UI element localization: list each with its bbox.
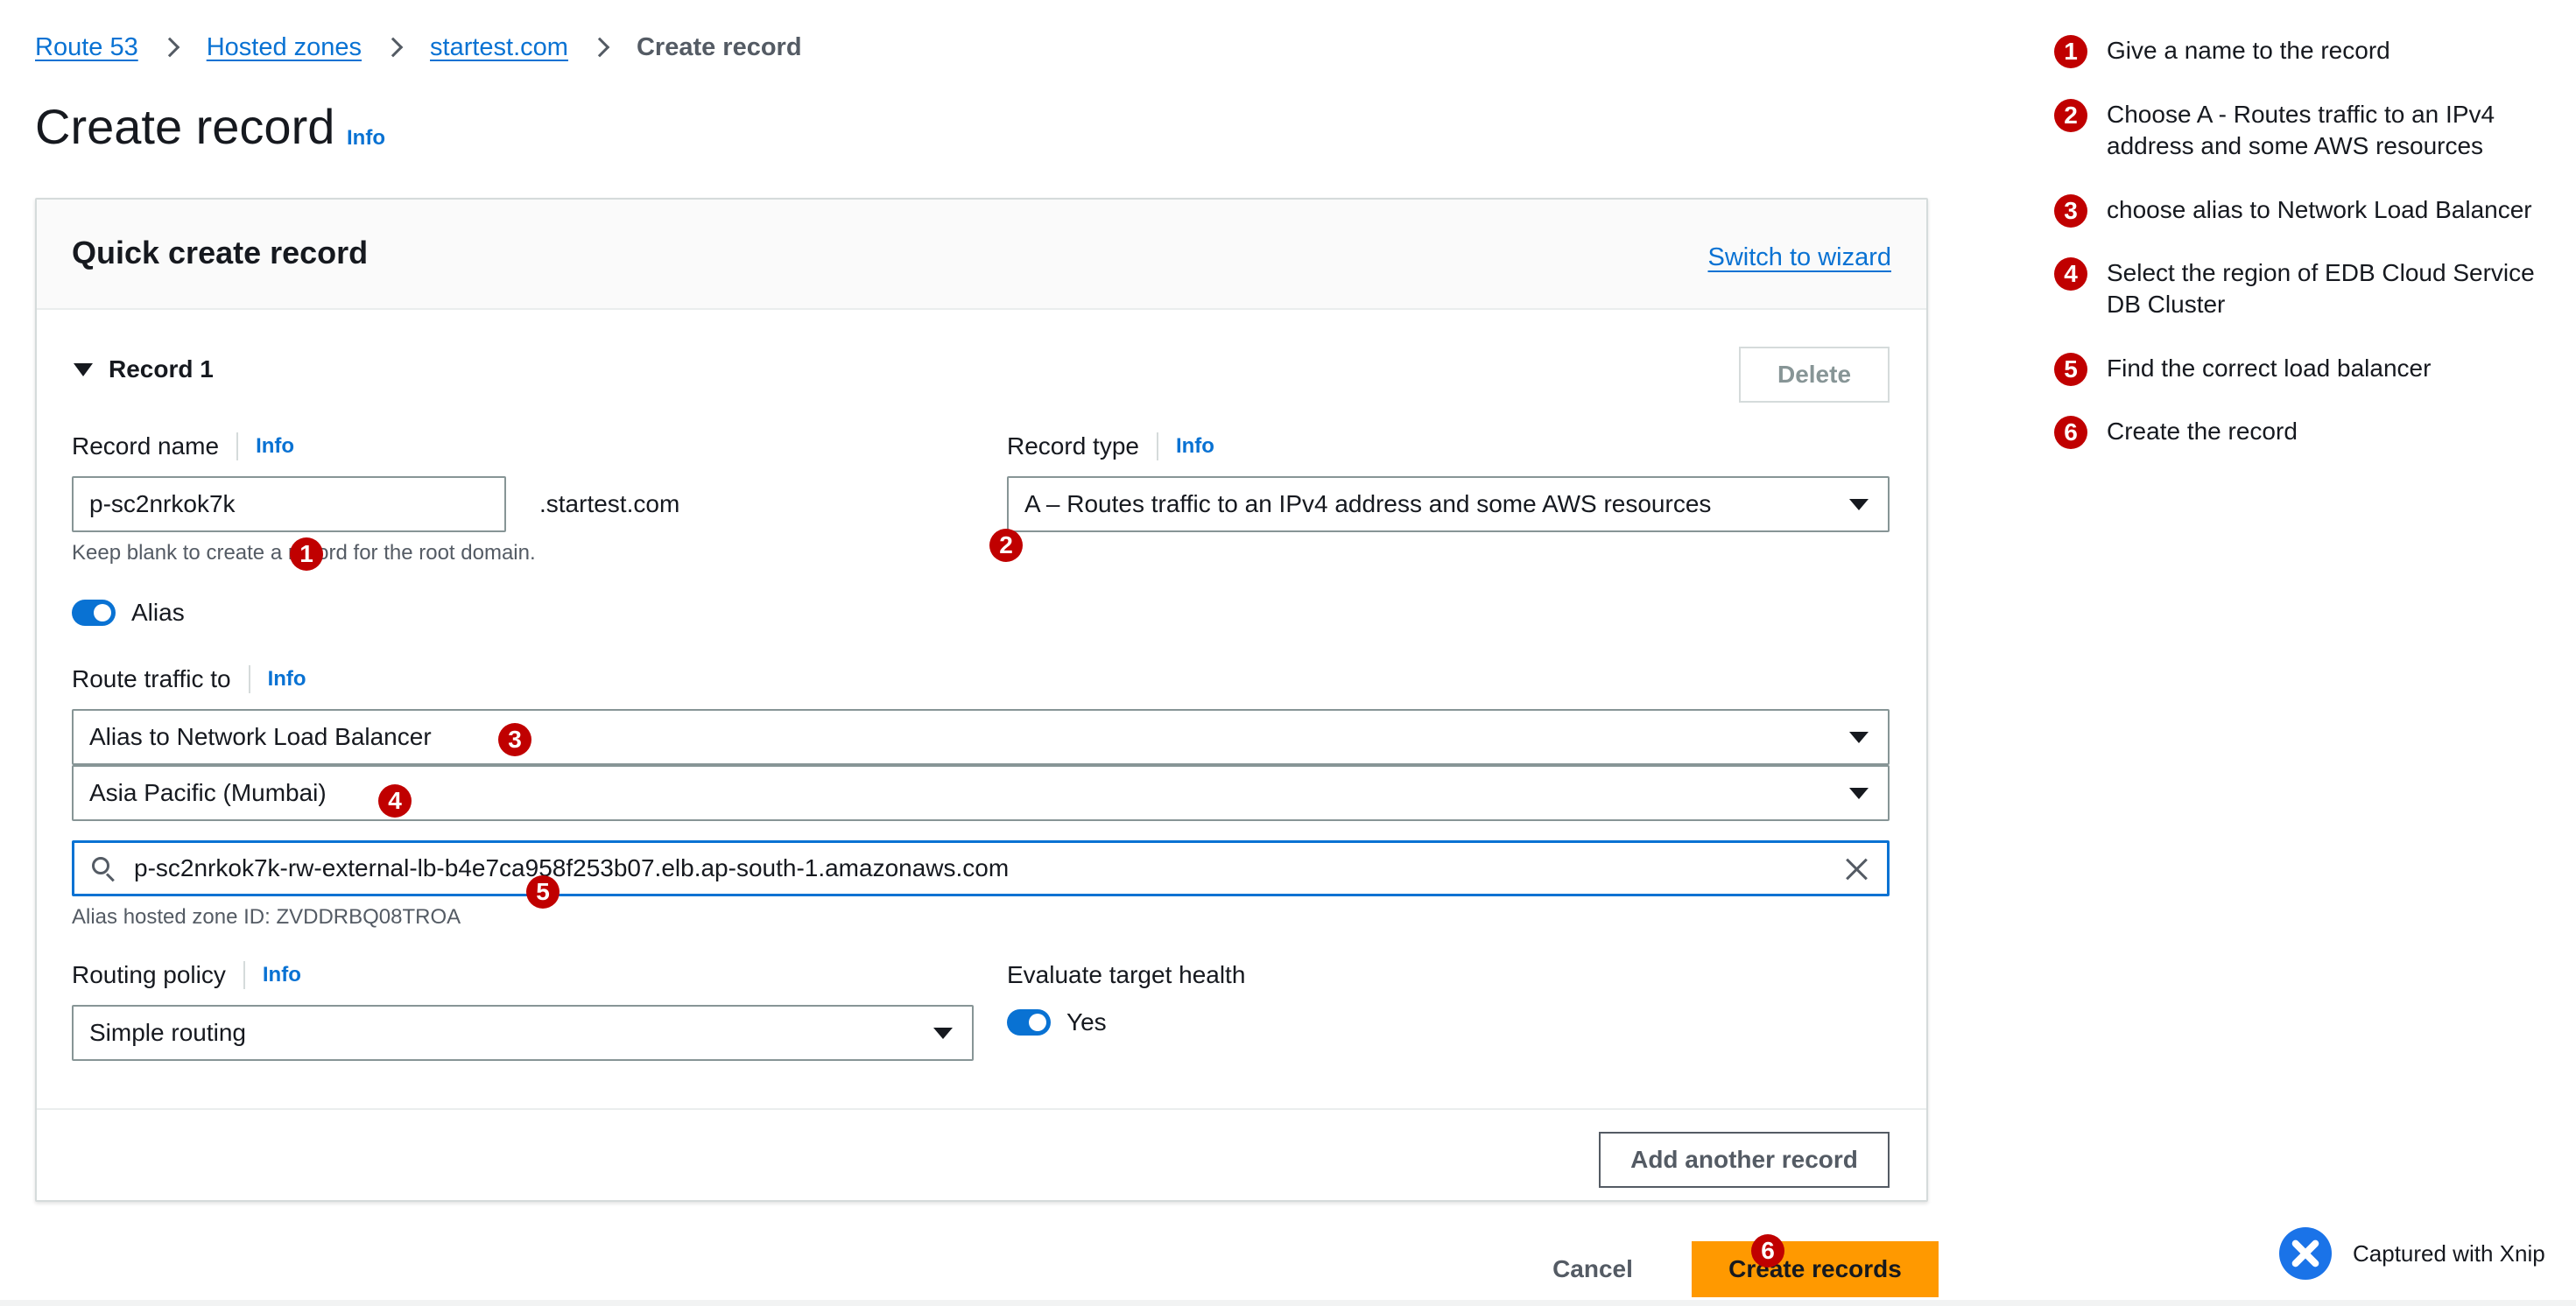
annotation-marker-1: 1: [290, 537, 323, 571]
annotation-marker-6: 6: [1751, 1234, 1784, 1267]
annotation-marker-4: 4: [378, 784, 412, 818]
alias-label: Alias: [131, 599, 185, 626]
label-divider: [248, 665, 250, 693]
record-name-input[interactable]: p-sc2nrkok7k: [72, 476, 506, 532]
toggle-switch-icon: [1007, 1009, 1051, 1036]
chevron-right-icon: [383, 37, 404, 58]
breadcrumb: Route 53 Hosted zones startest.com Creat…: [35, 30, 802, 65]
record-name-label-text: Record name: [72, 432, 220, 460]
breadcrumb-current: Create record: [636, 32, 802, 61]
record-type-label-text: Record type: [1007, 432, 1139, 460]
caret-down-icon: [74, 362, 93, 376]
region-value: Asia Pacific (Mumbai): [89, 779, 327, 806]
annotation-marker-3: 3: [498, 723, 531, 756]
page-title: Create record: [35, 99, 335, 154]
record-type-value: A – Routes traffic to an IPv4 address an…: [1024, 490, 1712, 517]
record-section-label: Record 1: [109, 355, 214, 383]
step-text: Find the correct load balancer: [2107, 355, 2432, 382]
capture-watermark: Captured with Xnip: [2279, 1227, 2545, 1280]
instructions-panel: 1 Give a name to the record 2 Choose A -…: [2018, 0, 2576, 1306]
step-item: 2 Choose A - Routes traffic to an IPv4 a…: [2054, 99, 2562, 162]
annotation-marker-5: 5: [526, 875, 560, 909]
evaluate-health-yes-label: Yes: [1066, 1008, 1107, 1036]
record-type-select[interactable]: A – Routes traffic to an IPv4 address an…: [1007, 476, 1890, 532]
step-item: 5 Find the correct load balancer: [2054, 353, 2562, 386]
step-number-marker: 1: [2054, 35, 2087, 68]
step-text: Choose A - Routes traffic to an IPv4 add…: [2107, 101, 2495, 159]
record-type-label: Record type Info: [1007, 432, 1214, 460]
step-item: 3 choose alias to Network Load Balancer: [2054, 194, 2562, 228]
caret-down-icon: [1849, 499, 1869, 510]
step-text: choose alias to Network Load Balancer: [2107, 196, 2532, 223]
step-text: Create the record: [2107, 418, 2298, 445]
step-item: 1 Give a name to the record: [2054, 35, 2562, 68]
routing-policy-value: Simple routing: [89, 1019, 246, 1046]
load-balancer-value: p-sc2nrkok7k-rw-external-lb-b4e7ca958f25…: [134, 854, 1010, 881]
hosted-zone-hint: Alias hosted zone ID: ZVDDRBQ08TROA: [72, 905, 461, 929]
breadcrumb-zone[interactable]: startest.com: [430, 33, 568, 62]
routing-policy-label-text: Routing policy: [72, 961, 226, 988]
step-text: Select the region of EDB Cloud Service D…: [2107, 259, 2535, 318]
endpoint-value: Alias to Network Load Balancer: [89, 723, 432, 750]
step-item: 6 Create the record: [2054, 416, 2562, 449]
routing-policy-select[interactable]: Simple routing: [72, 1005, 974, 1061]
bottom-strip: [0, 1300, 2576, 1306]
delete-button[interactable]: Delete: [1739, 347, 1890, 403]
step-text: Give a name to the record: [2107, 37, 2390, 64]
endpoint-select[interactable]: Alias to Network Load Balancer: [72, 709, 1890, 765]
caret-down-icon: [933, 1028, 953, 1039]
breadcrumb-route53[interactable]: Route 53: [35, 33, 138, 62]
switch-to-wizard-link[interactable]: Switch to wizard: [1707, 243, 1891, 272]
quick-create-panel: Quick create record Switch to wizard Rec…: [35, 198, 1928, 1202]
alias-toggle[interactable]: Alias: [72, 599, 185, 627]
xnip-logo-icon: [2279, 1227, 2332, 1280]
record-type-info-link[interactable]: Info: [1176, 434, 1214, 459]
routing-policy-info-link[interactable]: Info: [263, 963, 301, 987]
record-section-toggle[interactable]: Record 1: [74, 355, 214, 383]
routing-policy-label: Routing policy Info: [72, 961, 301, 989]
cancel-button[interactable]: Cancel: [1527, 1243, 1658, 1295]
label-divider: [236, 432, 239, 460]
evaluate-health-toggle[interactable]: Yes: [1007, 1008, 1107, 1036]
panel-header: Quick create record Switch to wizard: [37, 200, 1926, 310]
step-number-marker: 5: [2054, 353, 2087, 386]
label-divider: [1156, 432, 1158, 460]
close-icon[interactable]: [1845, 857, 1869, 881]
step-number-marker: 2: [2054, 99, 2087, 132]
region-select[interactable]: Asia Pacific (Mumbai): [72, 765, 1890, 821]
record-name-info-link[interactable]: Info: [256, 434, 294, 459]
route-traffic-label: Route traffic to Info: [72, 665, 306, 693]
add-another-record-button[interactable]: Add another record: [1599, 1132, 1890, 1188]
step-number-marker: 6: [2054, 416, 2087, 449]
breadcrumb-hosted-zones[interactable]: Hosted zones: [207, 33, 362, 62]
chevron-right-icon: [159, 37, 180, 58]
caret-down-icon: [1849, 732, 1869, 743]
chevron-right-icon: [589, 37, 610, 58]
evaluate-health-label: Evaluate target health: [1007, 961, 1245, 989]
toggle-switch-icon: [72, 600, 116, 626]
step-number-marker: 3: [2054, 194, 2087, 228]
step-item: 4 Select the region of EDB Cloud Service…: [2054, 257, 2562, 320]
record-name-suffix: .startest.com: [539, 490, 680, 517]
panel-footer-divider: [37, 1108, 1926, 1110]
page-info-link[interactable]: Info: [347, 126, 385, 151]
search-icon: [90, 855, 116, 882]
route-traffic-info-link[interactable]: Info: [268, 667, 306, 692]
load-balancer-search[interactable]: p-sc2nrkok7k-rw-external-lb-b4e7ca958f25…: [72, 840, 1890, 896]
capture-text: Captured with Xnip: [2353, 1239, 2545, 1267]
create-records-button[interactable]: Create records: [1692, 1241, 1939, 1297]
caret-down-icon: [1849, 788, 1869, 799]
step-number-marker: 4: [2054, 257, 2087, 291]
route-traffic-label-text: Route traffic to: [72, 665, 231, 692]
panel-title: Quick create record: [72, 235, 369, 270]
record-name-label: Record name Info: [72, 432, 294, 460]
evaluate-health-label-text: Evaluate target health: [1007, 961, 1246, 988]
label-divider: [243, 961, 245, 989]
annotation-marker-2: 2: [989, 529, 1023, 562]
main-content: Route 53 Hosted zones startest.com Creat…: [0, 0, 2018, 1306]
